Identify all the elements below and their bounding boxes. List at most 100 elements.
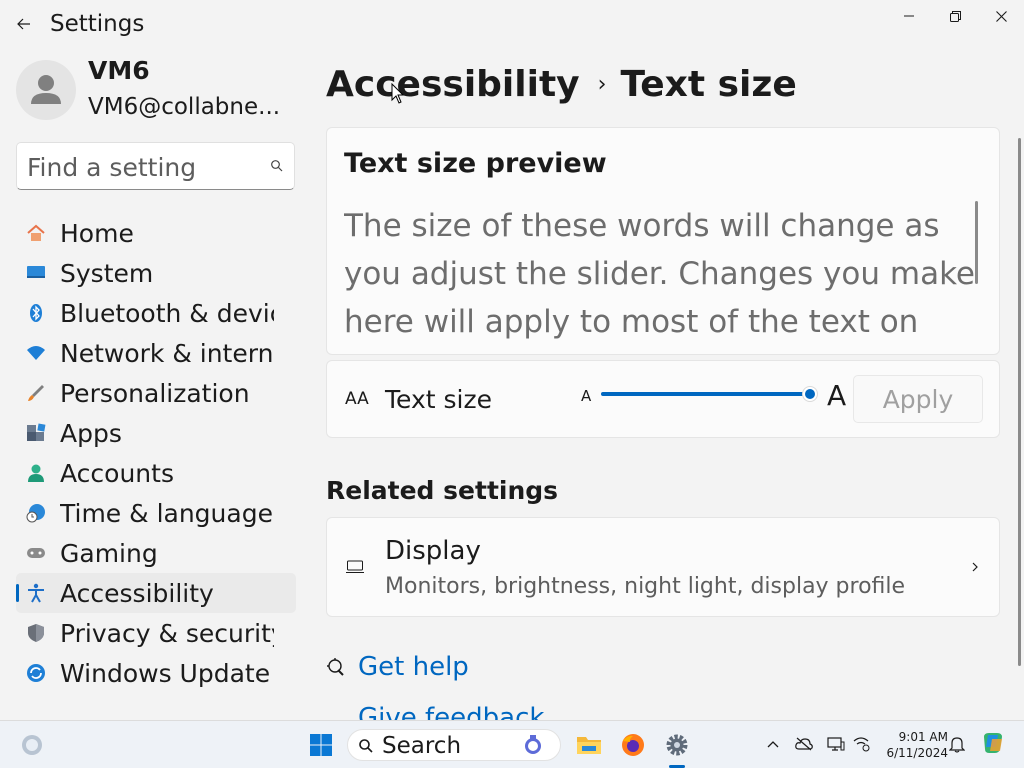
find-setting-search[interactable] <box>16 142 295 190</box>
back-arrow-icon <box>17 18 30 30</box>
sidebar-item-apps[interactable]: Apps <box>16 413 296 453</box>
update-icon <box>26 663 46 683</box>
slider-max-label: A <box>827 379 847 412</box>
sidebar-item-system[interactable]: System <box>16 253 296 293</box>
sidebar-item-label: Accessibility <box>60 579 214 608</box>
search-input[interactable] <box>27 152 257 182</box>
sidebar-item-privacy[interactable]: Privacy & security <box>16 613 296 653</box>
display-settings-link[interactable]: Display Monitors, brightness, night ligh… <box>326 517 1000 617</box>
sidebar-item-bluetooth[interactable]: Bluetooth & devices <box>16 293 296 333</box>
sidebar-item-label: System <box>60 259 154 288</box>
slider-thumb[interactable] <box>802 386 818 402</box>
sidebar-item-label: Bluetooth & devices <box>60 299 274 328</box>
monitor-icon <box>346 560 364 573</box>
display-tray-icon[interactable] <box>827 735 845 753</box>
taskbar-clock[interactable]: 9:01 AM 6/11/2024 <box>878 729 948 761</box>
file-explorer-button[interactable] <box>573 729 605 761</box>
settings-taskbar-button[interactable] <box>661 729 693 768</box>
copilot-icon[interactable] <box>980 731 1006 757</box>
close-button[interactable] <box>978 0 1024 32</box>
breadcrumb-parent[interactable]: Accessibility <box>326 64 580 105</box>
text-size-icon: AA <box>345 389 369 409</box>
person-icon <box>31 75 61 104</box>
text-size-label: Text size <box>385 385 492 414</box>
apps-icon <box>26 423 46 443</box>
sidebar-item-label: Network & internet <box>60 339 274 368</box>
restore-icon <box>949 10 961 22</box>
get-help-label: Get help <box>358 652 469 682</box>
network-tray-icon[interactable] <box>853 735 871 753</box>
sidebar-item-time-language[interactable]: Time & language <box>16 493 296 533</box>
profile-name: VM6 <box>88 56 150 85</box>
display-title: Display <box>385 536 481 566</box>
close-icon <box>995 10 1007 22</box>
avatar <box>16 60 76 120</box>
sidebar-item-label: Privacy & security <box>60 619 274 648</box>
breadcrumb-separator: › <box>597 71 607 97</box>
search-icon <box>359 739 373 753</box>
give-feedback-link[interactable]: Give feedback <box>326 703 544 721</box>
system-icon <box>26 263 46 283</box>
help-icon <box>327 658 344 676</box>
taskbar: Search 9:01 AM 6/11/2024 <box>0 720 1024 768</box>
gamepad-icon <box>26 543 46 563</box>
back-button[interactable] <box>8 10 40 38</box>
sidebar-item-label: Time & language <box>60 499 273 528</box>
brush-icon <box>26 383 46 403</box>
sidebar-nav: Home System Bluetooth & devices Network … <box>16 213 296 693</box>
clock-date: 6/11/2024 <box>886 746 948 760</box>
page-title: Text size <box>620 63 797 105</box>
sidebar-item-gaming[interactable]: Gaming <box>16 533 296 573</box>
chevron-up-icon[interactable] <box>764 735 782 753</box>
bluetooth-icon <box>26 303 46 323</box>
preview-text: The size of these words will change as y… <box>344 208 975 340</box>
sidebar-item-label: Windows Update <box>60 659 271 688</box>
notification-bell-icon[interactable] <box>948 735 966 753</box>
profile-email: VM6@collabne... <box>88 94 281 120</box>
app-title: Settings <box>50 11 145 37</box>
preview-scrollbar[interactable] <box>975 201 978 284</box>
sidebar-item-accounts[interactable]: Accounts <box>16 453 296 493</box>
preview-title: Text size preview <box>344 148 607 179</box>
cloud-offline-icon[interactable] <box>795 735 813 753</box>
search-icon <box>271 160 283 172</box>
give-feedback-label: Give feedback <box>358 703 545 721</box>
sidebar-item-label: Personalization <box>60 379 250 408</box>
text-size-slider[interactable] <box>601 392 811 396</box>
sidebar-item-label: Gaming <box>60 539 158 568</box>
widgets-icon[interactable] <box>20 733 44 757</box>
main-scrollbar[interactable] <box>1018 138 1021 666</box>
display-subtitle: Monitors, brightness, night light, displ… <box>385 574 906 599</box>
sidebar-item-label: Apps <box>60 419 122 448</box>
title-bar: Settings <box>0 0 1024 50</box>
sidebar-item-network[interactable]: Network & internet <box>16 333 296 373</box>
restore-button[interactable] <box>932 0 978 32</box>
minimize-button[interactable] <box>886 0 932 32</box>
clock-time: 9:01 AM <box>898 730 948 744</box>
firefox-icon <box>622 734 644 756</box>
sidebar-item-home[interactable]: Home <box>16 213 296 253</box>
sidebar-item-windows-update[interactable]: Windows Update <box>16 653 296 693</box>
mouse-cursor-icon <box>391 83 405 104</box>
windows-start-icon[interactable] <box>309 733 333 757</box>
gear-icon <box>666 734 688 756</box>
firefox-button[interactable] <box>617 729 649 761</box>
slider-min-label: A <box>581 387 592 405</box>
sidebar-item-personalization[interactable]: Personalization <box>16 373 296 413</box>
search-highlight-icon <box>525 735 541 754</box>
user-profile[interactable]: VM6 VM6@collabne... <box>16 56 296 126</box>
folder-icon <box>577 737 601 754</box>
network-icon <box>26 343 46 363</box>
text-size-preview-card: Text size preview The size of these word… <box>326 127 1000 355</box>
home-icon <box>26 223 46 243</box>
get-help-link[interactable]: Get help <box>326 652 469 682</box>
accessibility-icon <box>26 583 46 603</box>
chevron-right-icon <box>972 562 978 572</box>
sidebar-item-accessibility[interactable]: Accessibility <box>16 573 296 613</box>
minimize-icon <box>904 15 914 17</box>
text-size-setting-card: AA Text size A A Apply <box>326 360 1000 438</box>
taskbar-search[interactable]: Search <box>347 729 561 761</box>
related-settings-heading: Related settings <box>326 476 559 505</box>
apply-button[interactable]: Apply <box>853 375 983 423</box>
sidebar-item-label: Home <box>60 219 134 248</box>
